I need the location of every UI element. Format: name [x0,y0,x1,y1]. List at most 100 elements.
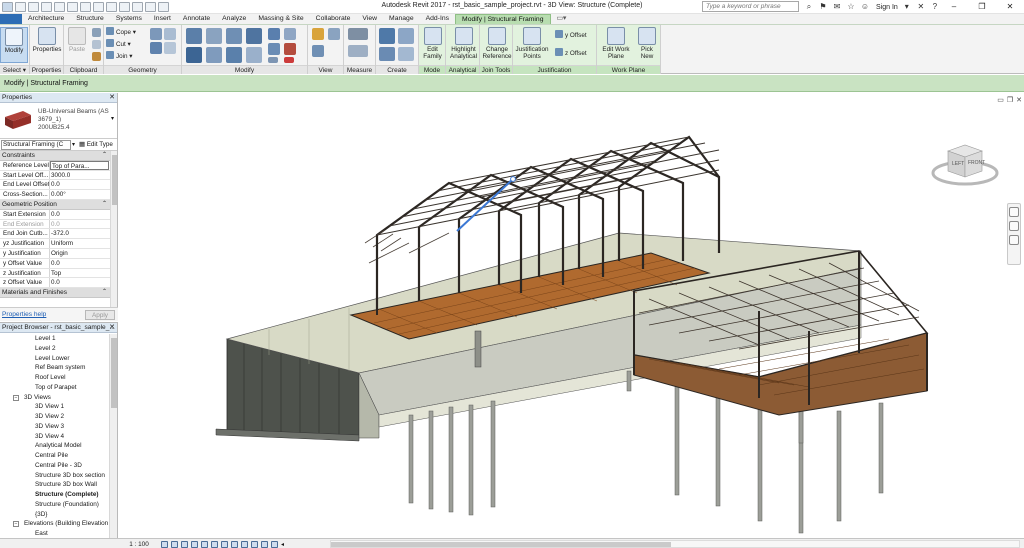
change-reference-button[interactable]: Change Reference [481,27,513,60]
copy-modify-icon[interactable] [206,47,222,63]
property-row[interactable]: z Justification Top [0,268,117,279]
rotate-icon[interactable] [226,47,242,63]
unpin-icon[interactable] [284,43,296,55]
browser-item[interactable]: Level 1 [0,334,110,344]
group-constraints[interactable]: Constraints ⌃ [0,151,117,161]
mirror-pick-axis-icon[interactable] [226,28,242,44]
browser-item[interactable]: Central Pile - 3D [0,461,110,471]
tab-manage[interactable]: Manage [383,14,420,24]
subscription-icon[interactable]: ⚑ [818,2,828,12]
properties-scrollbar[interactable] [110,151,117,309]
tab-insert[interactable]: Insert [148,14,177,24]
visual-style-icon[interactable] [171,540,178,548]
create-parts-icon[interactable] [398,28,414,44]
lock-3d-icon[interactable] [231,540,238,548]
tab-analyze[interactable]: Analyze [216,14,252,24]
property-value[interactable]: 0.00° [50,190,117,199]
property-row[interactable]: yz Justification Uniform [0,239,117,249]
tab-view[interactable]: View [356,14,383,24]
help-icon[interactable]: ? [930,2,940,12]
browser-item[interactable]: {3D} [0,510,110,520]
z-offset-button[interactable]: z Offset [555,48,587,58]
offset-icon[interactable] [206,28,222,44]
search-icon[interactable]: ⌕ [804,2,814,12]
structure-3d-model[interactable] [119,93,1024,538]
tab-modify-structural-framing[interactable]: Modify | Structural Framing [455,14,551,24]
render-icon[interactable] [201,540,208,548]
property-row[interactable]: Start Level Off... 3000.0 [0,170,117,181]
chevron-down-icon[interactable]: ▾ [111,115,114,122]
paste-button[interactable]: Paste [64,27,90,53]
file-menu-button[interactable] [0,14,22,24]
beam-column-joins-icon[interactable] [164,42,176,54]
property-value[interactable]: 0.0 [50,180,117,189]
browser-item[interactable]: −3D Views [0,393,110,403]
browser-item[interactable]: Structure 3D box Wall [0,480,110,490]
browser-item[interactable]: Structure 3D box section [0,471,110,481]
property-row[interactable]: y Justification Origin [0,248,117,259]
move-icon[interactable] [186,47,202,63]
sign-in-button[interactable]: Sign In [876,4,898,11]
close-icon[interactable]: ✕ [109,93,115,103]
apply-button[interactable]: Apply [85,310,115,320]
view-scale[interactable]: 1 : 100 [120,541,158,548]
tab-structure[interactable]: Structure [70,14,110,24]
tab-collaborate[interactable]: Collaborate [310,14,357,24]
browser-item[interactable]: Level Lower [0,354,110,364]
instance-filter-select[interactable]: Structural Framing (C [1,139,71,150]
save-icon[interactable] [28,2,39,12]
property-row[interactable]: z Offset Value 0.0 [0,278,117,289]
close-icon[interactable]: ✕ [109,323,115,333]
join-button[interactable]: Join ▾ [106,51,132,61]
paint-icon[interactable] [164,28,176,40]
properties-button[interactable]: Properties [31,27,63,53]
linework-icon[interactable] [312,45,324,57]
browser-item[interactable]: Structure (Complete) [0,490,110,500]
cut-clipboard-icon[interactable] [92,28,101,37]
browser-scrollbar[interactable] [109,334,117,538]
measure-icon[interactable] [348,28,368,40]
beam-endpoint-grip[interactable] [510,176,516,182]
chevron-down-icon[interactable]: ▾ [72,141,75,148]
browser-item[interactable]: East [0,529,110,538]
scale-icon[interactable] [268,57,278,63]
text-icon[interactable] [93,2,104,12]
property-value[interactable]: Uniform [50,239,117,248]
pan-icon[interactable] [1009,235,1019,245]
browser-item[interactable]: Level 2 [0,344,110,354]
close-hidden-icon[interactable] [145,2,156,12]
property-value[interactable]: Top of Para... [50,160,109,170]
pick-new-button[interactable]: Pick New [635,27,659,60]
property-row[interactable]: Reference Level Top of Para... [0,160,117,171]
y-offset-button[interactable]: y Offset [555,30,587,40]
type-selector[interactable]: UB-Universal Beams (AS 3679_1) 200UB25.4… [0,103,117,139]
edit-work-plane-button[interactable]: Edit Work Plane [599,27,633,60]
group-geometric-position[interactable]: Geometric Position ⌃ [0,199,117,210]
copy-icon[interactable] [92,40,101,49]
section-icon[interactable] [119,2,130,12]
trim-extend-icon[interactable] [246,47,262,63]
browser-item[interactable]: Central Pile [0,451,110,461]
hide-in-view-icon[interactable] [312,28,324,40]
array-icon[interactable] [268,43,280,55]
tab-massing-site[interactable]: Massing & Site [252,14,309,24]
property-value[interactable]: Top [50,269,117,278]
temporary-hide-icon[interactable] [241,540,248,548]
match-properties-icon[interactable] [92,52,101,61]
collapse-icon[interactable]: − [13,521,19,528]
chevron-left-icon[interactable]: ◂ [281,541,284,548]
modify-button[interactable]: Modify [0,27,28,63]
scrollbar-thumb[interactable] [331,542,671,547]
show-crop-icon[interactable] [221,540,228,548]
app-menu-button[interactable] [2,2,13,12]
browser-item[interactable]: 3D View 2 [0,412,110,422]
drawing-area[interactable]: ▭ ❐ ✕ LEFT FRONT [119,93,1024,538]
edit-type-button[interactable]: ▦ Edit Type [79,141,113,148]
exchange-icon[interactable]: ✕ [916,2,926,12]
cope-button[interactable]: Cope ▾ [106,27,136,37]
user-icon[interactable]: ☺ [860,2,870,12]
switch-windows-icon[interactable] [158,2,169,12]
detail-level-icon[interactable] [161,540,168,548]
property-value[interactable]: 3000.0 [50,171,117,180]
justification-points-button[interactable]: Justification Points [514,27,550,60]
